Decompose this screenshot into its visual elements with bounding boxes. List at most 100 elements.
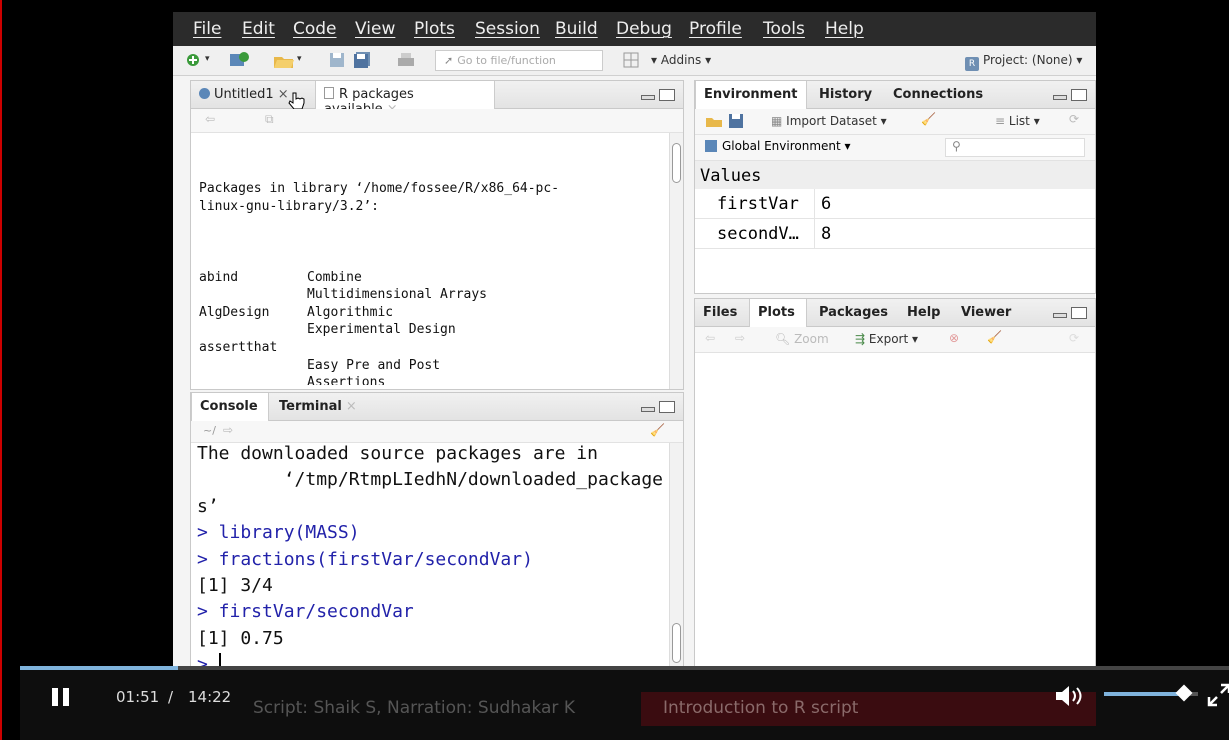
r-project-icon: R <box>965 57 979 71</box>
tab-files[interactable]: Files <box>695 299 747 327</box>
tab-terminal[interactable]: Terminal × <box>271 393 361 421</box>
source-scrollbar[interactable] <box>669 133 683 389</box>
pane-window-buttons[interactable] <box>641 401 677 415</box>
pause-icon[interactable] <box>50 686 72 708</box>
export-button[interactable]: ⇶ Export ▾ <box>855 332 918 346</box>
scrollbar-thumb[interactable] <box>672 623 681 663</box>
remove-plot-icon[interactable]: ⊗ <box>949 331 959 345</box>
menu-debug[interactable]: Debug <box>616 19 672 39</box>
volume-slider[interactable] <box>1104 684 1198 702</box>
forward-arrow-icon[interactable]: ⇨ <box>735 331 745 345</box>
chevron-down-icon[interactable]: ▾ <box>205 54 210 64</box>
addins-menu[interactable]: ▾ Addins ▾ <box>651 53 711 67</box>
seek-bar-progress <box>20 666 179 670</box>
menu-bar: File Edit Code View Plots Session Build … <box>173 12 1096 46</box>
pane-window-buttons[interactable] <box>641 89 677 103</box>
packages-header: Packages in library ‘/home/fossee/R/x86_… <box>199 181 560 214</box>
broom-icon[interactable]: 🧹 <box>921 112 936 126</box>
console-output[interactable]: The downloaded source packages are in ‘/… <box>197 441 667 689</box>
menu-tools[interactable]: Tools <box>763 19 805 39</box>
console-pane: Console Terminal × ~/ ⇨ 🧹 The downloaded … <box>190 392 684 692</box>
caption-title: Introduction to R script <box>641 692 1096 726</box>
variable-name: secondV… <box>695 218 815 249</box>
tab-r-packages[interactable]: R packages available× <box>315 81 495 117</box>
r-file-icon <box>199 88 210 99</box>
package-name: assertthat <box>199 339 278 355</box>
menu-session[interactable]: Session <box>475 19 540 39</box>
seek-bar[interactable] <box>20 666 1229 670</box>
volume-knob[interactable] <box>1175 684 1193 702</box>
menu-profile[interactable]: Profile <box>689 19 742 39</box>
arrow-icon: ➚ <box>444 54 454 67</box>
environment-search-input[interactable]: ⚲ <box>945 138 1085 157</box>
video-controls: 01:51 / 14:22 Script: Shaik S, Narration… <box>20 666 1229 740</box>
scrollbar-thumb[interactable] <box>672 143 681 183</box>
console-output-line: [1] 0.75 <box>197 627 284 649</box>
list-view-menu[interactable]: ≡ List ▾ <box>995 114 1040 128</box>
variable-value: 8 <box>821 223 832 244</box>
menu-edit[interactable]: Edit <box>242 19 275 39</box>
console-output-line: ‘/tmp/RtmpLIedhN/downloaded_package <box>197 469 663 491</box>
files-pane: Files Plots Packages Help Viewer ⇦ ⇨ 🔍︎ … <box>694 298 1096 692</box>
goto-file-input[interactable]: ➚ Go to file/function <box>435 50 603 71</box>
environment-pane: Environment History Connections ▦ Import… <box>694 80 1096 294</box>
grid-layout-icon[interactable] <box>623 52 639 68</box>
new-project-icon[interactable] <box>229 51 251 69</box>
refresh-icon[interactable]: ⟳ <box>1069 112 1079 126</box>
video-player[interactable]: File Edit Code View Plots Session Build … <box>10 0 1229 740</box>
console-scrollbar[interactable] <box>669 443 683 691</box>
popout-icon[interactable]: ⧉ <box>265 112 274 127</box>
variable-row[interactable]: secondV… 8 <box>695 218 1095 249</box>
packages-text: Packages in library ‘/home/fossee/R/x86_… <box>199 145 659 385</box>
package-row: AlgDesign Algorithmic Experimental Design <box>199 304 659 339</box>
variable-value: 6 <box>821 193 832 214</box>
console-command: > library(MASS) <box>197 522 360 544</box>
tab-packages[interactable]: Packages <box>811 299 893 327</box>
menu-build[interactable]: Build <box>555 19 598 39</box>
files-tabbar: Files Plots Packages Help Viewer <box>695 299 1095 327</box>
tab-history[interactable]: History <box>811 81 879 109</box>
tab-environment[interactable]: Environment <box>695 81 807 109</box>
broom-icon[interactable]: 🧹 <box>987 330 1002 344</box>
pane-window-buttons[interactable] <box>1053 89 1089 103</box>
save-icon[interactable] <box>329 52 345 68</box>
chevron-down-icon[interactable]: ▾ <box>297 54 302 64</box>
source-toolbar: ⇦ ⧉ <box>191 109 683 133</box>
tab-connections[interactable]: Connections <box>885 81 995 109</box>
go-icon[interactable]: ⇨ <box>223 423 233 437</box>
open-file-icon[interactable] <box>273 51 295 69</box>
volume-icon[interactable] <box>1054 683 1086 709</box>
back-arrow-icon[interactable]: ⇦ <box>205 112 215 126</box>
refresh-icon[interactable]: ⟳ <box>1069 331 1079 345</box>
values-table: firstVar 6 secondV… 8 <box>695 188 1095 249</box>
environment-toolbar: ▦ Import Dataset ▾ 🧹 ≡ List ▾ ⟳ <box>695 109 1095 135</box>
zoom-button[interactable]: 🔍︎ Zoom <box>775 332 829 346</box>
project-menu[interactable]: R Project: (None) ▾ <box>965 53 1082 71</box>
save-icon[interactable] <box>729 114 743 128</box>
menu-help[interactable]: Help <box>825 19 864 39</box>
close-icon[interactable]: × <box>346 399 357 414</box>
fullscreen-icon[interactable] <box>1206 682 1229 708</box>
menu-file[interactable]: File <box>193 19 221 39</box>
broom-icon[interactable]: 🧹 <box>650 423 665 437</box>
tab-viewer[interactable]: Viewer <box>953 299 1015 327</box>
plot-area <box>695 353 1095 691</box>
package-name: abind <box>199 269 239 285</box>
menu-plots[interactable]: Plots <box>414 19 455 39</box>
scope-dropdown[interactable]: Global Environment ▾ <box>705 139 851 153</box>
tab-help[interactable]: Help <box>899 299 943 327</box>
new-file-icon[interactable] <box>185 52 201 68</box>
plots-toolbar: ⇦ ⇨ 🔍︎ Zoom ⇶ Export ▾ ⊗ 🧹 ⟳ <box>695 327 1095 353</box>
variable-row[interactable]: firstVar 6 <box>695 188 1095 219</box>
menu-view[interactable]: View <box>355 19 395 39</box>
package-description: Algorithmic Experimental Design <box>307 304 456 338</box>
tab-console[interactable]: Console <box>191 393 269 421</box>
import-dataset-button[interactable]: ▦ Import Dataset ▾ <box>771 114 887 128</box>
menu-code[interactable]: Code <box>293 19 337 39</box>
save-all-icon[interactable] <box>353 52 371 68</box>
print-icon[interactable] <box>397 52 415 68</box>
load-workspace-icon[interactable] <box>705 114 723 128</box>
pane-window-buttons[interactable] <box>1053 307 1089 321</box>
tab-plots[interactable]: Plots <box>749 299 807 327</box>
back-arrow-icon[interactable]: ⇦ <box>705 331 715 345</box>
